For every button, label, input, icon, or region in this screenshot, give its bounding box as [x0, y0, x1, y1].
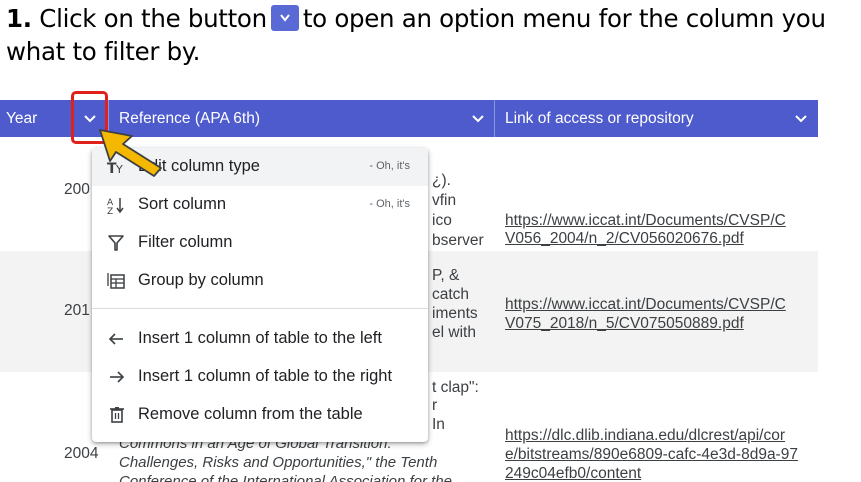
column-header-year[interactable]: Year — [6, 100, 37, 137]
repository-link[interactable]: https://dlc.dlib.indiana.edu/dlcrest/api… — [505, 426, 815, 445]
instruction-text: 1. Click on the button to open an option … — [6, 2, 861, 68]
reference-fragment: iments — [432, 305, 478, 322]
arrow-left-icon — [108, 333, 123, 345]
reference-fragment: t clap": — [432, 379, 479, 396]
menu-separator — [92, 308, 428, 309]
repository-link[interactable]: https://www.iccat.int/Documents/CVSP/C — [505, 295, 815, 314]
menu-item-remove-column[interactable]: Remove column from the table — [92, 396, 428, 434]
reference-fragment: ico — [432, 212, 452, 229]
reference-fragment: vfin — [432, 192, 457, 209]
chevron-down-icon — [280, 14, 290, 22]
trash-icon — [110, 407, 124, 423]
menu-item-label: Filter column — [138, 233, 233, 251]
column-options-menu: TY Edit column type - Oh, it's AZ Sort c… — [92, 148, 428, 442]
reference-line: Challenges, Risks and Opportunities," th… — [119, 454, 438, 471]
menu-item-label: Insert 1 column of table to the right — [138, 367, 393, 385]
repository-link[interactable]: V056_2004/n_2/CV056020676.pdf — [505, 229, 815, 248]
menu-item-insert-column-right[interactable]: Insert 1 column of table to the right — [92, 358, 428, 396]
reference-fragment: In — [432, 416, 445, 433]
menu-item-label: Group by column — [138, 271, 264, 289]
step-number: 1. — [6, 4, 32, 33]
reference-fragment: catch — [432, 286, 470, 303]
year-cell: 200 — [64, 181, 90, 198]
year-cell: 2004 — [64, 445, 99, 462]
repository-link[interactable]: V075_2018/n_5/CV075050889.pdf — [505, 314, 815, 333]
menu-item-hint: - Oh, it's — [369, 160, 410, 172]
group-icon — [107, 273, 125, 289]
chevron-down-icon[interactable] — [794, 113, 808, 125]
instruction-line2: what to filter by. — [6, 37, 201, 66]
repository-link[interactable]: e/bitstreams/890e6809-cafc-4e3d-8d9a-97 — [505, 445, 815, 464]
repository-link[interactable]: https://www.iccat.int/Documents/CVSP/C — [505, 211, 815, 230]
menu-item-hint: - Oh, it's — [369, 198, 410, 210]
sort-az-icon: AZ — [107, 198, 124, 214]
reference-fragment: r — [432, 397, 438, 414]
reference-fragment: el with — [432, 324, 476, 341]
menu-item-label: Sort column — [138, 195, 227, 213]
instruction-after: to open an option menu for the column yo… — [302, 4, 826, 33]
menu-item-label: Insert 1 column of table to the left — [138, 329, 382, 347]
reference-fragment: ¿). — [432, 172, 451, 189]
filter-icon — [108, 235, 124, 251]
svg-text:Z: Z — [107, 207, 113, 214]
menu-item-group-by-column[interactable]: Group by column — [92, 262, 428, 300]
chevron-down-icon[interactable] — [471, 113, 485, 125]
column-header-link[interactable]: Link of access or repository — [505, 100, 694, 137]
pointer-arrow-icon — [99, 129, 162, 177]
menu-item-insert-column-left[interactable]: Insert 1 column of table to the left — [92, 320, 428, 358]
year-cell: 201 — [64, 302, 90, 319]
arrow-right-icon — [110, 371, 125, 383]
inline-chevron-button-illustration — [270, 5, 299, 31]
reference-line: Conference of the International Associat… — [119, 473, 452, 482]
instruction-before: Click on the button — [39, 4, 267, 33]
repository-link[interactable]: 249c04efb0/content — [505, 464, 815, 482]
reference-fragment: P, & — [432, 267, 460, 284]
reference-fragment: bserver — [432, 232, 484, 249]
menu-item-label: Remove column from the table — [138, 405, 363, 423]
column-divider[interactable] — [494, 100, 495, 137]
menu-item-sort-column[interactable]: AZ Sort column - Oh, it's — [92, 186, 428, 224]
menu-item-filter-column[interactable]: Filter column — [92, 224, 428, 262]
